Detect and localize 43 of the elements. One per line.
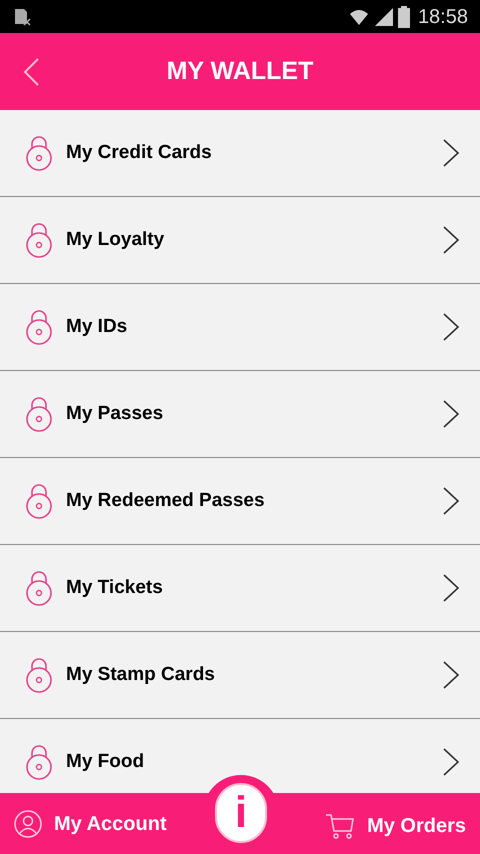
wallet-list-item[interactable]: My Credit Cards (0, 110, 480, 197)
padlock-icon (25, 483, 53, 519)
wallet-list-item[interactable]: My IDs (0, 284, 480, 371)
padlock-icon (25, 222, 53, 258)
item-label: My Tickets (66, 576, 164, 600)
back-button[interactable] (22, 57, 40, 87)
chevron-right-icon (442, 138, 460, 168)
user-icon (14, 810, 42, 838)
info-label: i (215, 783, 267, 843)
wallet-list-item[interactable]: My Loyalty (0, 197, 480, 284)
wallet-list-item[interactable]: My Tickets (0, 545, 480, 632)
padlock-icon (25, 657, 53, 693)
padlock-icon (25, 744, 53, 780)
wallet-list-item[interactable]: My Redeemed Passes (0, 458, 480, 545)
item-label: My Redeemed Passes (66, 488, 266, 513)
status-time: 18:58 (418, 4, 468, 30)
wallet-list-item[interactable]: My Passes (0, 371, 480, 458)
chevron-right-icon (442, 573, 460, 603)
chevron-right-icon (442, 660, 460, 690)
battery-icon (398, 6, 410, 28)
padlock-icon (25, 309, 53, 345)
item-label: My Loyalty (66, 228, 166, 252)
cart-icon (325, 812, 356, 840)
chevron-right-icon (442, 225, 460, 255)
padlock-icon (25, 135, 53, 171)
item-label: My Credit Cards (66, 140, 213, 165)
my-orders-button[interactable]: My Orders (325, 810, 466, 840)
signal-icon (374, 6, 394, 26)
item-label: My IDs (66, 314, 128, 339)
sim-card-icon (12, 6, 32, 26)
chevron-right-icon (442, 486, 460, 516)
item-label: My Passes (66, 402, 164, 426)
item-label: My Food (66, 750, 146, 774)
back-icon (22, 57, 40, 87)
item-label: My Stamp Cards (66, 662, 216, 687)
chevron-right-icon (442, 399, 460, 429)
padlock-icon (25, 396, 53, 432)
page-title: MY WALLET (166, 56, 314, 87)
chevron-right-icon (442, 747, 460, 777)
wallet-list-item[interactable]: My Stamp Cards (0, 632, 480, 719)
chevron-right-icon (442, 312, 460, 342)
my-account-button[interactable]: My Account (14, 808, 167, 838)
padlock-icon (25, 570, 53, 606)
